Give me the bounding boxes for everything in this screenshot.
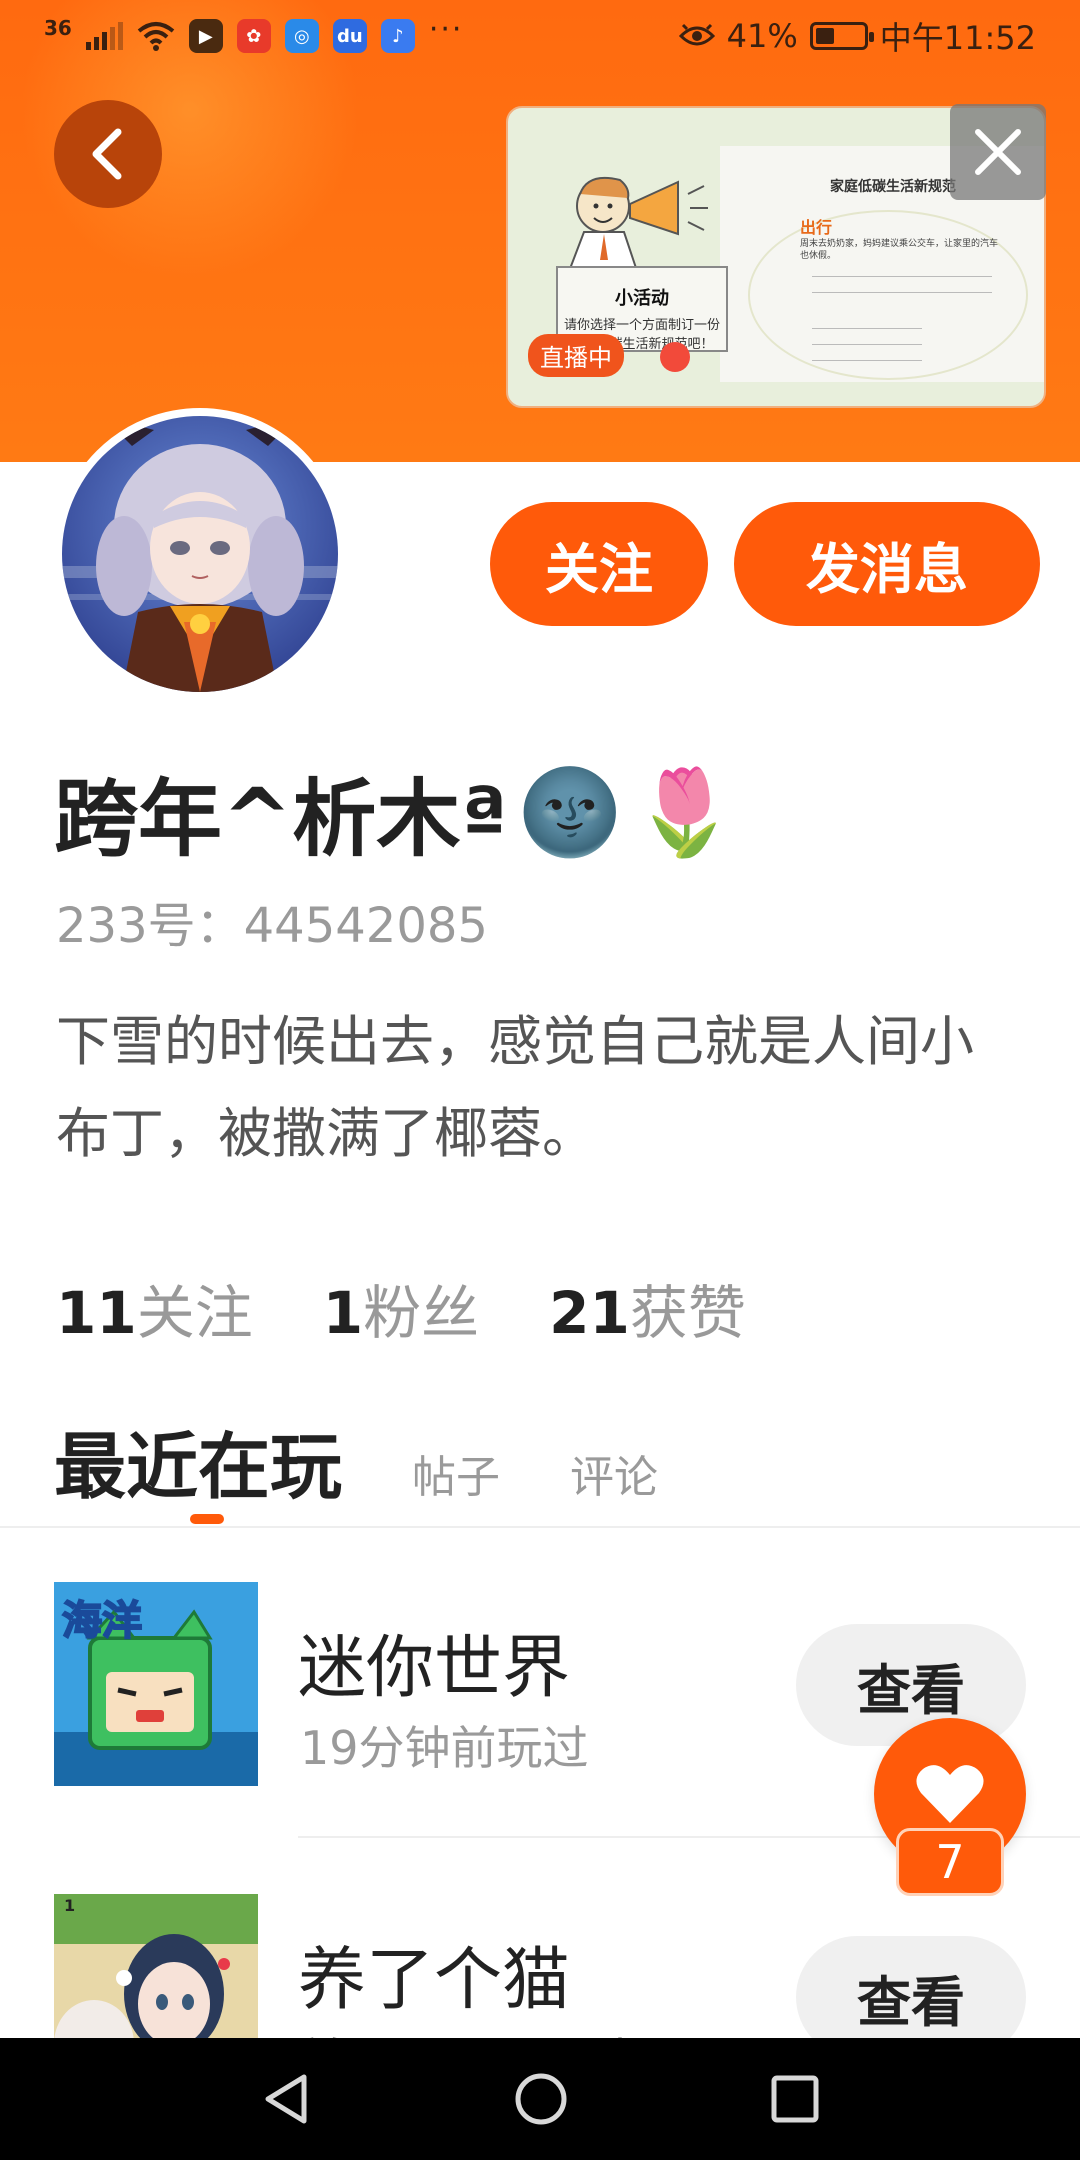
heart-icon [916,1765,984,1823]
likes-label: 获赞 [629,1279,746,1347]
tab-comments[interactable]: 评论 [570,1441,658,1505]
like-count: 7 [896,1828,1004,1896]
play-app-icon: ▶ [188,19,223,53]
home-nav-icon[interactable] [513,2071,569,2127]
slide-line [812,360,922,361]
game-last-played: 19分钟前玩过 [300,1721,589,1775]
browser-icon: ◎ [284,19,319,53]
followers-count: 1 [322,1279,364,1347]
anime-character-avatar [62,416,338,692]
system-navigation-bar [0,2038,1080,2160]
close-preview-button[interactable] [950,104,1046,200]
game-thumbnail-label: 海洋 [61,1597,143,1645]
slide-title: 家庭低碳生活新规范 [830,179,956,195]
game-thumbnail: 海洋 [54,1582,258,1786]
live-indicator-dot [660,342,690,372]
username-row: 跨年^析木ª 🌚 🌷 [54,752,737,873]
app-store-icon: ✿ [236,19,271,53]
status-bar-right: 41% 中午11:52 [678,13,1036,59]
slide-line [812,292,992,293]
tab-recently-played[interactable]: 最近在玩 [54,1408,342,1513]
followers-stat[interactable]: 1粉丝 [323,1266,479,1350]
battery-icon [809,22,874,50]
slide-text: 周末去奶奶家，妈妈建议乘公交车，让家里的汽车也休假。 [800,239,999,261]
tab-posts[interactable]: 帖子 [412,1441,500,1505]
user-bio: 下雪的时候出去，感觉自己就是人间小布丁，被撒满了椰蓉。 [56,1010,974,1165]
chevron-left-icon [92,128,122,180]
slide-section: 出行 [800,218,833,237]
slide-line [812,276,992,277]
likes-stat[interactable]: 21获赞 [549,1266,746,1350]
back-nav-icon[interactable] [260,2071,312,2127]
followers-label: 粉丝 [363,1279,480,1347]
new-moon-face-emoji: 🌚 [517,763,623,861]
avatar[interactable] [54,408,346,700]
eye-comfort-icon [678,23,715,46]
following-label: 关注 [136,1279,253,1347]
status-bar-left: 36 ▶ ✿ ◎ du ♪ ··· [44,15,463,53]
back-button[interactable] [54,100,162,208]
network-type: 36 [44,16,72,40]
game-thumbnail-label: 1 [64,1896,76,1915]
tulip-emoji: 🌷 [632,763,737,861]
follow-button[interactable]: 关注 [490,502,708,626]
recents-nav-icon[interactable] [770,2074,820,2124]
slide-line [812,328,922,329]
close-icon [975,129,1021,175]
clock: 中午11:52 [879,19,1036,57]
baidu-icon: du [332,19,367,53]
following-count: 11 [56,1279,137,1347]
battery-percent: 41% [726,17,798,55]
profile-stats: 11关注 1粉丝 21获赞 [56,1266,746,1350]
slide-decoration [748,210,1028,380]
live-badge: 直播中 [528,334,624,377]
send-message-button[interactable]: 发消息 [734,502,1040,626]
tab-indicator [190,1514,224,1524]
game-name: 迷你世界 [298,1629,571,1708]
slide-line [812,344,922,345]
teacher-illustration [566,176,708,274]
tabs-divider [0,1526,1080,1528]
username: 跨年^析木ª [54,770,508,868]
likes-count: 21 [549,1279,630,1347]
activity-title: 小活动 [615,288,669,309]
profile-tabs: 最近在玩 帖子 评论 [54,1408,658,1513]
signal-icon [85,22,123,50]
user-id: 233号：44542085 [56,898,488,954]
status-bar: 36 ▶ ✿ ◎ du ♪ ··· 41% 中午11:52 [0,0,1080,72]
more-notifications-icon: ··· [428,12,464,47]
wifi-icon [137,22,175,51]
following-stat[interactable]: 11关注 [56,1266,253,1350]
game-name: 养了个猫 [298,1941,571,2020]
music-icon: ♪ [380,19,415,53]
